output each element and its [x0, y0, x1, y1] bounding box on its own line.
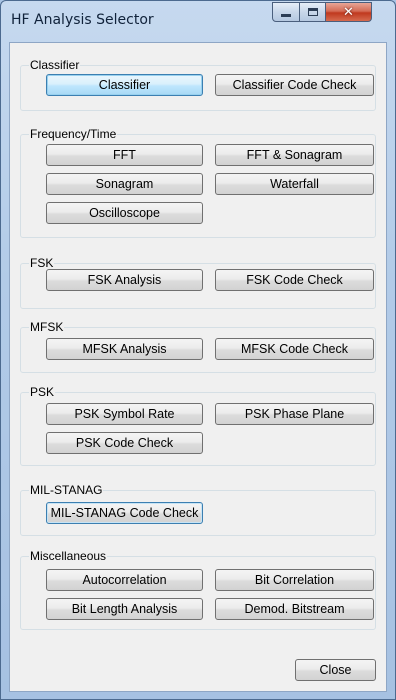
mfsk-code-check-button[interactable]: MFSK Code Check [215, 338, 374, 360]
close-window-button[interactable]: ✕ [326, 2, 372, 22]
window-title: HF Analysis Selector [11, 12, 154, 28]
group-label-mil-stanag: MIL-STANAG [29, 483, 104, 497]
close-icon: ✕ [343, 4, 354, 20]
group-label-fsk: FSK [29, 256, 55, 270]
bit-correlation-button[interactable]: Bit Correlation [215, 569, 374, 591]
waterfall-button[interactable]: Waterfall [215, 173, 374, 195]
group-label-frequency-time: Frequency/Time [29, 127, 118, 141]
bit-length-analysis-button[interactable]: Bit Length Analysis [46, 598, 203, 620]
maximize-icon [307, 8, 318, 16]
psk-symbol-rate-button[interactable]: PSK Symbol Rate [46, 403, 203, 425]
dialog-client-area: Classifier Classifier Classifier Code Ch… [9, 42, 387, 692]
minimize-button[interactable] [272, 2, 300, 22]
group-label-miscellaneous: Miscellaneous [29, 549, 108, 563]
group-label-psk: PSK [29, 385, 56, 399]
classifier-button[interactable]: Classifier [46, 74, 203, 96]
group-label-mfsk: MFSK [29, 320, 65, 334]
group-label-classifier: Classifier [29, 58, 81, 72]
fsk-code-check-button[interactable]: FSK Code Check [215, 269, 374, 291]
classifier-code-check-button[interactable]: Classifier Code Check [215, 74, 374, 96]
autocorrelation-button[interactable]: Autocorrelation [46, 569, 203, 591]
fft-sonagram-button[interactable]: FFT & Sonagram [215, 144, 374, 166]
close-button[interactable]: Close [295, 659, 376, 681]
mil-stanag-code-check-button[interactable]: MIL-STANAG Code Check [46, 502, 203, 524]
oscilloscope-button[interactable]: Oscilloscope [46, 202, 203, 224]
maximize-button[interactable] [300, 2, 326, 22]
psk-phase-plane-button[interactable]: PSK Phase Plane [215, 403, 374, 425]
minimize-icon [281, 13, 291, 17]
title-bar[interactable]: HF Analysis Selector ✕ [1, 1, 395, 41]
psk-code-check-button[interactable]: PSK Code Check [46, 432, 203, 454]
fft-button[interactable]: FFT [46, 144, 203, 166]
demod-bitstream-button[interactable]: Demod. Bitstream [215, 598, 374, 620]
sonagram-button[interactable]: Sonagram [46, 173, 203, 195]
mfsk-analysis-button[interactable]: MFSK Analysis [46, 338, 203, 360]
fsk-analysis-button[interactable]: FSK Analysis [46, 269, 203, 291]
hf-analysis-selector-window: HF Analysis Selector ✕ Classifier Classi… [0, 0, 396, 700]
